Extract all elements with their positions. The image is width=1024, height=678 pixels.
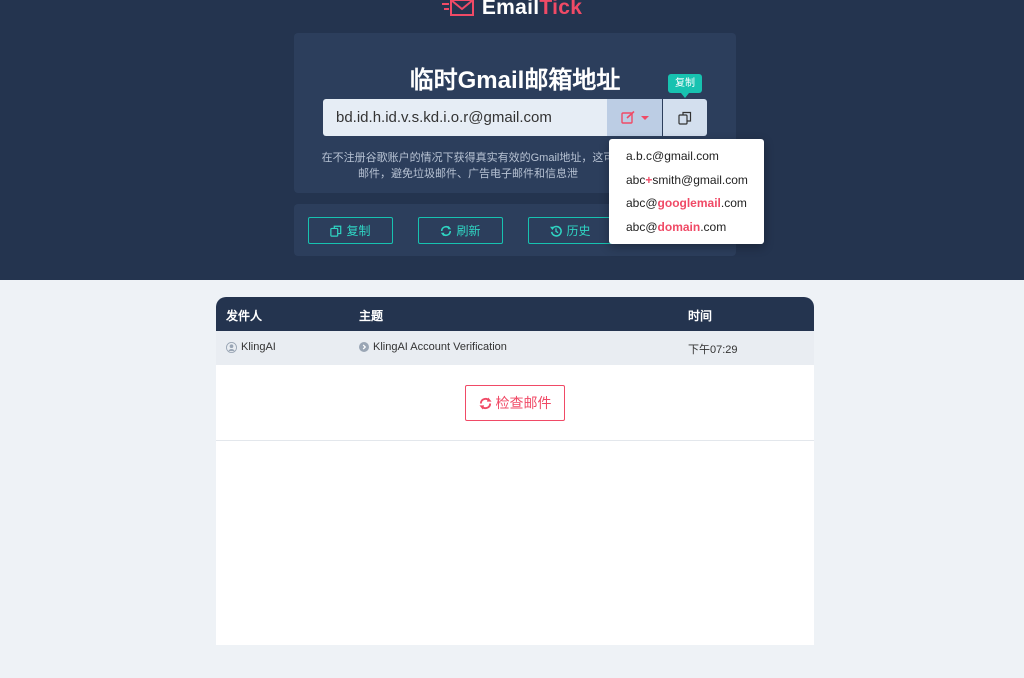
hero-section: EmailTick 临时Gmail邮箱地址 复制 在不注册谷歌账户的情况下获得真… — [0, 0, 1024, 280]
sender-cell: KlingAI — [226, 341, 276, 353]
refresh-icon — [441, 225, 452, 236]
column-header-subject: 主题 — [359, 309, 384, 323]
dropdown-item-dot-variant[interactable]: a.b.c@gmail.com — [626, 149, 719, 163]
email-address-field[interactable] — [323, 99, 608, 136]
brand-name-b: Tick — [539, 0, 583, 19]
dropdown-item-domain-variant[interactable]: abc@domain.com — [626, 220, 726, 234]
envelope-icon — [441, 0, 474, 17]
dropdown-item-googlemail-variant[interactable]: abc@googlemail.com — [626, 196, 747, 210]
arrow-right-circle-icon — [359, 342, 369, 352]
table-row[interactable]: KlingAI KlingAI Account Verification 下午0… — [216, 331, 814, 365]
check-mail-label: 检查邮件 — [495, 395, 552, 411]
column-header-sender: 发件人 — [226, 309, 263, 323]
description-line-2: 邮件，避免垃圾邮件、广告电子邮件和信息泄 — [358, 168, 578, 180]
inbox-table: 发件人 主题 时间 KlingAI KlingAI Account Verifi… — [216, 297, 814, 645]
copy-tooltip: 复制 — [668, 74, 702, 98]
column-header-time: 时间 — [688, 309, 713, 323]
copy-button[interactable]: 复制 — [308, 217, 393, 244]
description: 在不注册谷歌账户的情况下获得真实有效的Gmail地址，这可 邮件，避免垃圾邮件、… — [318, 150, 618, 182]
subject-cell: KlingAI Account Verification — [359, 341, 507, 353]
email-variant-dropdown: a.b.c@gmail.com abc+smith@gmail.com abc@… — [609, 139, 764, 244]
divider — [216, 440, 814, 441]
sender-name: KlingAI — [241, 341, 276, 353]
subject-text: KlingAI Account Verification — [373, 341, 507, 353]
user-icon — [226, 341, 237, 353]
edit-icon — [620, 111, 635, 124]
table-header: 发件人 主题 时间 — [216, 297, 814, 331]
dropdown-item-plus-variant[interactable]: abc+smith@gmail.com — [626, 173, 748, 187]
copy-email-button[interactable] — [663, 99, 707, 136]
chevron-down-icon — [640, 115, 649, 120]
copy-icon — [330, 225, 342, 237]
description-line-1: 在不注册谷歌账户的情况下获得真实有效的Gmail地址，这可 — [321, 152, 615, 164]
copy-icon — [678, 111, 692, 125]
history-button-label: 历史 — [566, 224, 591, 238]
logo[interactable]: EmailTick — [0, 0, 1024, 20]
refresh-button-label: 刷新 — [456, 224, 481, 238]
email-variant-dropdown-button[interactable] — [607, 99, 662, 136]
history-icon — [550, 225, 563, 237]
history-button[interactable]: 历史 — [528, 217, 613, 244]
refresh-button[interactable]: 刷新 — [418, 217, 503, 244]
copy-button-label: 复制 — [346, 224, 371, 238]
check-mail-button[interactable]: 检查邮件 — [465, 385, 565, 421]
time-cell: 下午07:29 — [688, 344, 738, 356]
refresh-icon — [478, 396, 492, 410]
brand-name-a: Email — [481, 0, 540, 19]
